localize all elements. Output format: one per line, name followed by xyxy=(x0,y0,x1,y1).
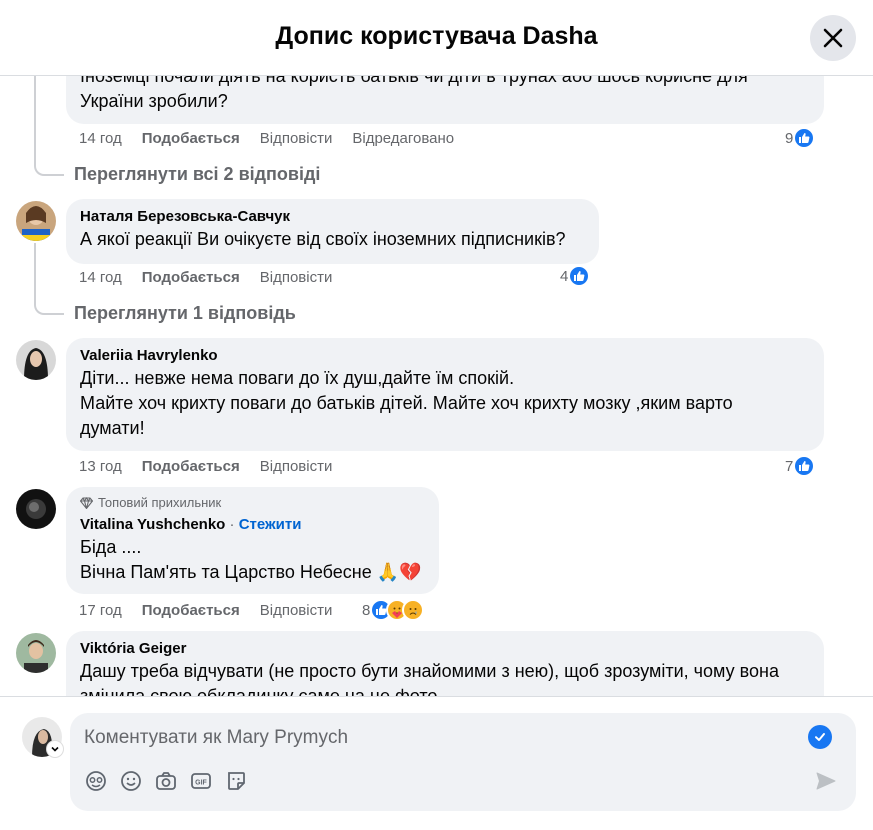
thread-line xyxy=(34,152,64,176)
comment-composer-area: GIF xyxy=(0,696,873,830)
comment-time[interactable]: 17 год xyxy=(79,601,122,621)
comment-text: Іноземці почали діять на користь батьків… xyxy=(80,76,748,86)
comment-author[interactable]: Valeriia Havrylenko xyxy=(80,346,810,366)
thread-line xyxy=(34,291,64,315)
comment-text: Діти... невже нема поваги до їх душ,дайт… xyxy=(80,368,515,388)
comment-composer: GIF xyxy=(70,713,856,811)
comment-text: Дашу треба відчувати (не просто бути зна… xyxy=(80,661,779,681)
reaction-summary[interactable]: 4 xyxy=(560,265,591,287)
reply-button[interactable]: Відповісти xyxy=(260,268,333,288)
comment-input[interactable] xyxy=(84,725,784,751)
like-button[interactable]: Подобається xyxy=(142,129,240,149)
sad-reaction-icon xyxy=(402,599,425,621)
svg-text:GIF: GIF xyxy=(195,780,207,787)
dialog-header: Допис користувача Dasha xyxy=(0,0,873,76)
sticker-icon[interactable] xyxy=(224,769,248,793)
comment-text: Майте хоч крихту поваги до батьків дітей… xyxy=(80,393,733,413)
comment-time[interactable]: 13 год xyxy=(79,457,122,477)
close-button[interactable] xyxy=(810,15,856,61)
like-reaction-icon xyxy=(568,265,591,287)
comment-text: А якої реакції Ви очікуєте від своїх іно… xyxy=(80,229,566,249)
comment-text: Біда .... xyxy=(80,537,142,557)
view-replies-link[interactable]: Переглянути всі 2 відповіді xyxy=(74,164,320,185)
comment-text: змінила свою обкладинку саме на це фото.… xyxy=(80,686,453,696)
like-button[interactable]: Подобається xyxy=(142,601,240,621)
comment-actions: 14 год Подобається Відповісти xyxy=(79,268,332,288)
comment-actions: 14 год Подобається Відповісти Відредагов… xyxy=(79,129,454,149)
thread-line xyxy=(34,76,36,162)
reaction-count: 8 xyxy=(362,601,371,619)
reply-button[interactable]: Відповісти xyxy=(260,129,333,149)
comment-actions: 13 год Подобається Відповісти xyxy=(79,457,332,477)
comment-time[interactable]: 14 год xyxy=(79,129,122,149)
comment-bubble: Наталя Березовська-Савчук А якої реакції… xyxy=(66,199,599,264)
view-replies-link[interactable]: Переглянути 1 відповідь xyxy=(74,303,296,324)
reply-button[interactable]: Відповісти xyxy=(260,457,333,477)
reaction-summary[interactable]: 8 xyxy=(362,599,425,621)
comment-bubble: Viktória Geiger Дашу треба відчувати (не… xyxy=(66,631,824,696)
comment-text: думати! xyxy=(80,418,145,438)
like-button[interactable]: Подобається xyxy=(142,268,240,288)
emoji-icon[interactable] xyxy=(119,769,143,793)
reaction-count: 7 xyxy=(785,457,794,475)
dialog-title: Допис користувача Dasha xyxy=(275,22,598,50)
avatar[interactable] xyxy=(16,340,56,380)
reaction-summary[interactable]: 7 xyxy=(785,455,816,477)
gif-icon[interactable]: GIF xyxy=(189,769,213,793)
comment-text: Вічна Пам'ять та Царство Небесне 🙏💔 xyxy=(80,562,422,582)
top-fan-badge: Топовий прихильник xyxy=(80,495,425,511)
comments-list[interactable]: Іноземці почали діять на користь батьків… xyxy=(0,76,873,696)
like-reaction-icon xyxy=(793,455,816,477)
follow-button[interactable]: Стежити xyxy=(239,516,302,533)
comment-author[interactable]: Наталя Березовська-Савчук xyxy=(80,207,585,227)
reply-button[interactable]: Відповісти xyxy=(260,601,333,621)
send-icon[interactable] xyxy=(814,769,838,793)
comment-time[interactable]: 14 год xyxy=(79,268,122,288)
comment-actions: 17 год Подобається Відповісти xyxy=(79,601,332,621)
avatar[interactable] xyxy=(16,633,56,673)
comment-author[interactable]: Vitalina Yushchenko xyxy=(80,516,225,533)
avatar[interactable] xyxy=(16,489,56,529)
edited-label[interactable]: Відредаговано xyxy=(352,129,454,149)
comment-bubble: Топовий прихильник Vitalina Yushchenko ·… xyxy=(66,487,439,594)
diamond-icon xyxy=(80,497,93,509)
avatar[interactable] xyxy=(16,201,56,241)
verified-check-icon[interactable] xyxy=(808,725,832,749)
comment-bubble: Іноземці почали діять на користь батьків… xyxy=(66,76,824,124)
comment-bubble: Valeriia Havrylenko Діти... невже нема п… xyxy=(66,338,824,451)
chevron-down-icon[interactable] xyxy=(47,741,63,757)
reaction-count: 4 xyxy=(560,267,569,285)
comment-author[interactable]: Viktória Geiger xyxy=(80,639,810,659)
separator-dot: · xyxy=(229,516,235,533)
reaction-count: 9 xyxy=(785,129,794,147)
like-button[interactable]: Подобається xyxy=(142,457,240,477)
comment-author-line: Vitalina Yushchenko · Стежити xyxy=(80,515,425,535)
close-icon xyxy=(823,28,843,48)
like-reaction-icon xyxy=(793,127,816,149)
avatar-sticker-icon[interactable] xyxy=(84,769,108,793)
badge-label: Топовий прихильник xyxy=(98,495,222,510)
camera-icon[interactable] xyxy=(154,769,178,793)
comment-text: України зробили? xyxy=(80,91,228,111)
reaction-summary[interactable]: 9 xyxy=(785,127,816,149)
